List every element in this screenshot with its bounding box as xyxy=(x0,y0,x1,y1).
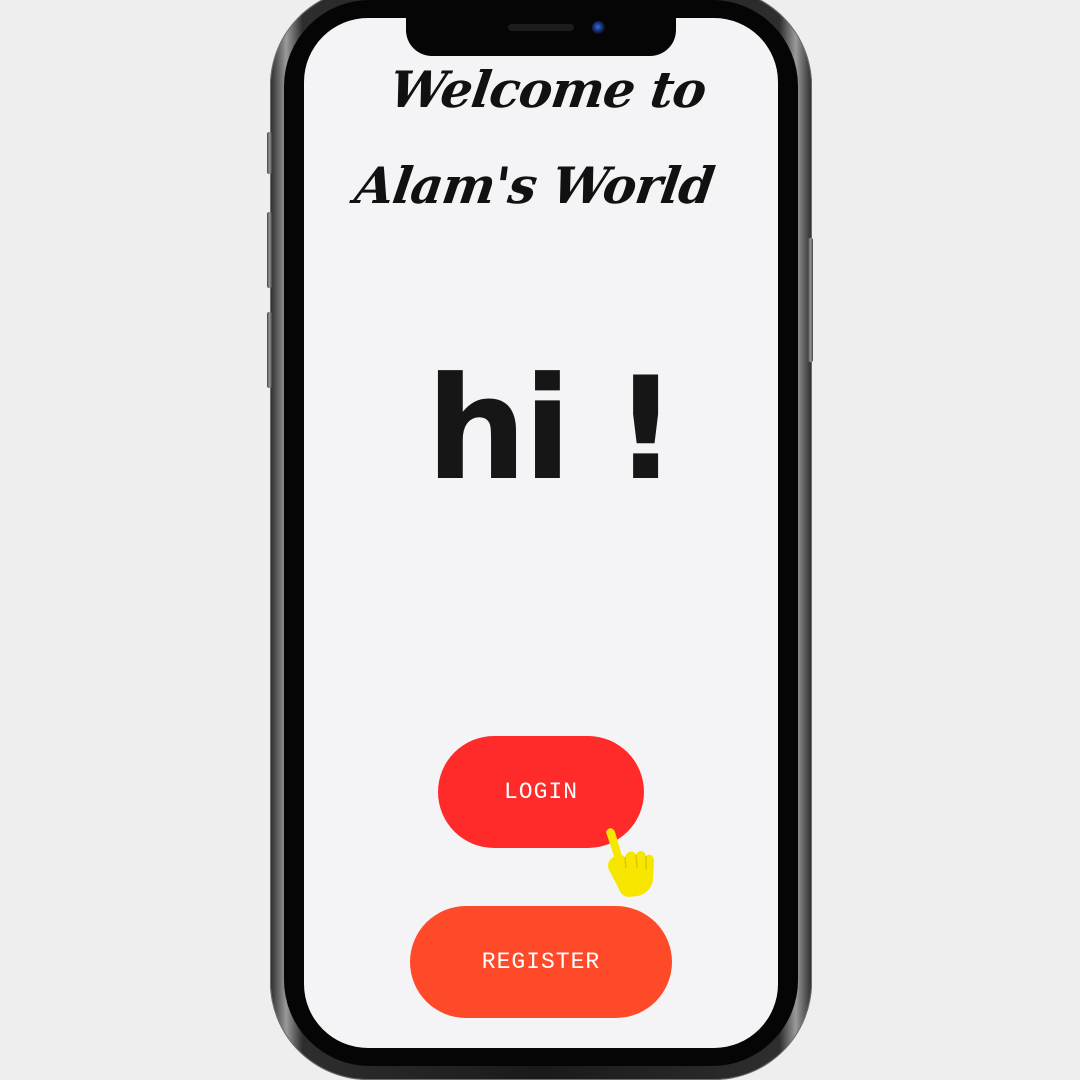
earpiece-speaker xyxy=(508,24,574,31)
mute-switch xyxy=(267,132,272,174)
volume-down-button xyxy=(267,312,272,388)
register-button[interactable]: REGISTER xyxy=(410,906,672,1018)
front-camera-icon xyxy=(592,21,605,34)
greeting-text: hi ! xyxy=(426,347,678,512)
power-button xyxy=(808,238,813,362)
welcome-title: Welcome to Alam's World xyxy=(351,60,718,215)
stage: Welcome to Alam's World hi ! LOGIN REGIS… xyxy=(0,0,1080,1080)
volume-up-button xyxy=(267,212,272,288)
hand-pointer-icon xyxy=(606,828,654,897)
